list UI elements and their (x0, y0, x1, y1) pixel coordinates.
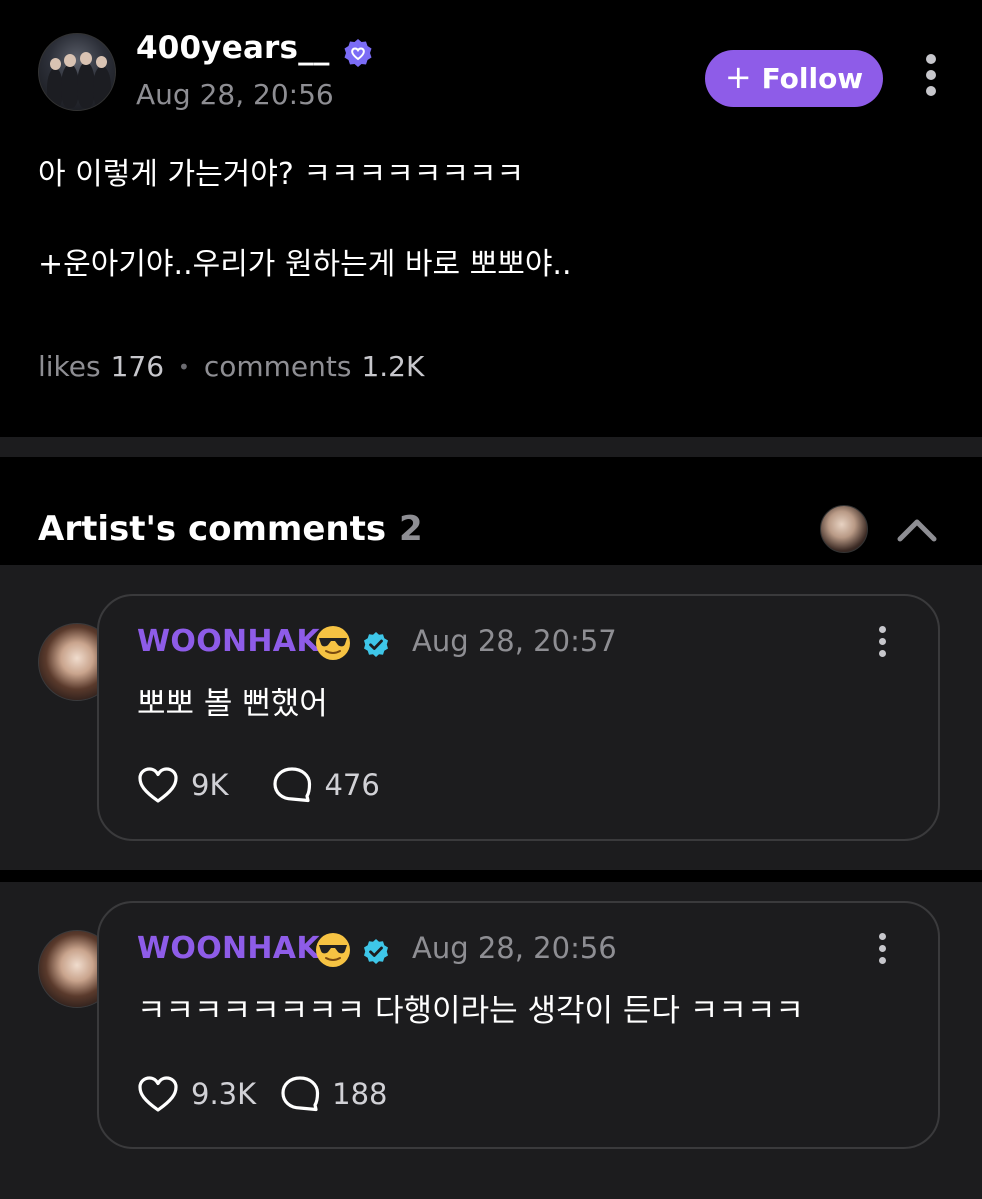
artist-comment: WOONHAK Aug 28, 20:56 ㅋㅋㅋㅋㅋㅋㅋㅋ 다행이라는 생각이… (0, 882, 982, 1199)
author-avatar[interactable] (38, 33, 116, 111)
likes-label: likes (38, 350, 101, 383)
comment-separator (0, 870, 982, 882)
comment-bubble-icon (273, 767, 312, 803)
sunglasses-emoji-icon (316, 933, 350, 967)
comments-label[interactable]: comments (204, 350, 352, 383)
like-button[interactable]: 9K (137, 766, 228, 804)
verified-check-icon (364, 632, 388, 657)
more-vertical-icon[interactable] (876, 933, 888, 969)
post-body: 아 이렇게 가는거야? ㅋㅋㅋㅋㅋㅋㅋㅋ +운아기야..우리가 원하는게 바로 … (38, 152, 572, 287)
chevron-up-icon[interactable] (895, 514, 939, 544)
heart-icon (138, 1076, 178, 1112)
comment-timestamp: Aug 28, 20:57 (412, 624, 617, 658)
commenter-name[interactable]: WOONHAK (137, 624, 320, 659)
follow-button[interactable]: + Follow (705, 50, 883, 107)
comment-text: ㅋㅋㅋㅋㅋㅋㅋㅋ 다행이라는 생각이 든다 ㅋㅋㅋㅋ (137, 993, 804, 1029)
verified-heart-icon (344, 39, 372, 67)
artist-comments-header: Artist's comments 2 (0, 457, 982, 565)
stats-separator: • (178, 354, 190, 379)
likes-count: 176 (110, 350, 165, 383)
comment-text: 뽀뽀 볼 뻔했어 (137, 686, 328, 722)
sunglasses-emoji-icon (316, 626, 350, 660)
post-timestamp: Aug 28, 20:56 (136, 78, 334, 111)
verified-check-icon (364, 939, 388, 964)
reply-count: 188 (332, 1077, 388, 1111)
more-vertical-icon[interactable] (876, 626, 888, 662)
plus-icon: + (724, 58, 752, 96)
like-count: 9K (191, 768, 229, 802)
comment-bubble[interactable]: WOONHAK Aug 28, 20:57 뽀뽀 볼 뻔했어 9K 476 (97, 594, 940, 841)
commenter-name[interactable]: WOONHAK (137, 931, 320, 966)
artist-avatar[interactable] (820, 505, 868, 553)
author-name[interactable]: 400years__ (136, 30, 330, 66)
follow-label: Follow (761, 62, 864, 95)
reply-button[interactable]: 188 (280, 1075, 388, 1113)
more-vertical-icon[interactable] (918, 54, 944, 104)
section-divider (0, 437, 982, 457)
heart-icon (138, 767, 178, 803)
comment-actions: 9.3K 188 (137, 1075, 432, 1113)
section-count: 2 (399, 509, 423, 549)
post: 400years__ Aug 28, 20:56 + Follow 아 이렇게 … (0, 0, 982, 437)
post-text-line: 아 이렇게 가는거야? ㅋㅋㅋㅋㅋㅋㅋㅋ (38, 157, 525, 192)
comment-bubble[interactable]: WOONHAK Aug 28, 20:56 ㅋㅋㅋㅋㅋㅋㅋㅋ 다행이라는 생각이… (97, 901, 940, 1149)
section-title: Artist's comments (38, 509, 387, 549)
reply-button[interactable]: 476 (272, 766, 380, 804)
post-stats: likes 176 • comments 1.2K (38, 350, 424, 383)
artist-comment: WOONHAK Aug 28, 20:57 뽀뽀 볼 뻔했어 9K 476 (0, 565, 982, 870)
comments-count[interactable]: 1.2K (361, 350, 424, 383)
like-button[interactable]: 9.3K (137, 1075, 256, 1113)
comment-actions: 9K 476 (137, 766, 424, 804)
reply-count: 476 (324, 768, 380, 802)
post-text-line: +운아기야..우리가 원하는게 바로 뽀뽀야.. (38, 247, 572, 282)
comment-timestamp: Aug 28, 20:56 (412, 931, 617, 965)
like-count: 9.3K (191, 1077, 257, 1111)
comment-bubble-icon (281, 1076, 320, 1112)
